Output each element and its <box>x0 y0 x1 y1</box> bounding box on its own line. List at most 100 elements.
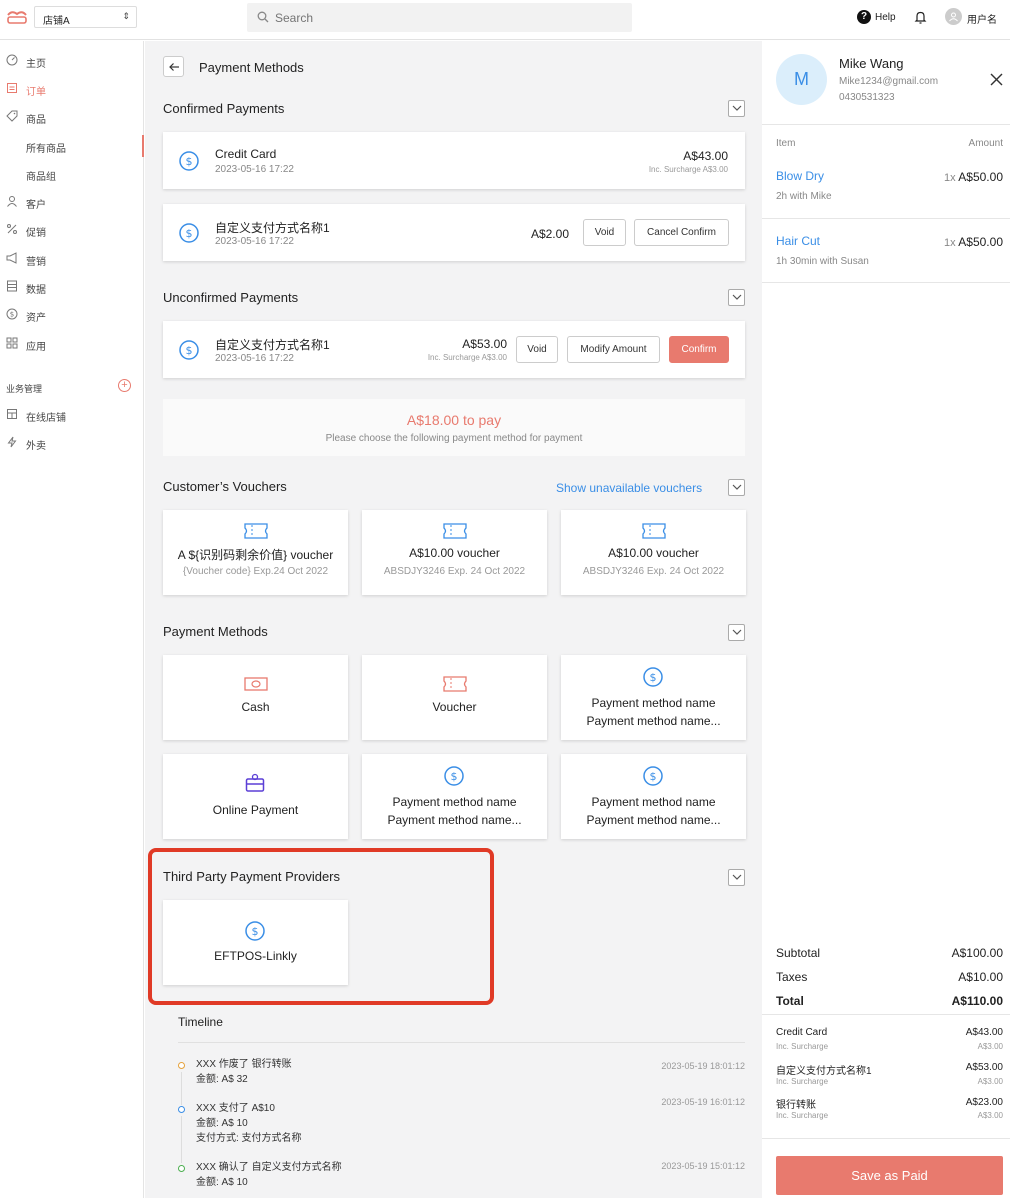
select-caret-icon: ⇕ <box>122 11 130 21</box>
timeline-connector <box>181 1072 182 1105</box>
help-link[interactable]: Help <box>875 12 896 23</box>
customer-phone: 0430531323 <box>839 92 895 103</box>
payment-method-cash[interactable]: Cash <box>163 655 348 740</box>
voucher-code: {Voucher code} Exp.24 Oct 2022 <box>182 566 329 577</box>
close-icon[interactable] <box>990 73 1003 86</box>
search-bar[interactable] <box>247 3 632 32</box>
svg-text:$: $ <box>650 671 657 684</box>
store-select-value: 店铺A <box>43 16 70 27</box>
divider <box>762 282 1010 283</box>
sidebar-item-label: 商品组 <box>26 172 56 183</box>
sidebar-item-all-products[interactable]: 所有商品 <box>0 135 144 157</box>
sidebar-item-orders[interactable]: 订单 <box>0 78 144 100</box>
voucher-card[interactable]: A$10.00 voucher ABSDJY3246 Exp. 24 Oct 2… <box>362 510 547 595</box>
payment-name: 自定义支付方式名称1 <box>215 338 330 352</box>
payment-surcharge: Inc. Surcharge A$3.00 <box>427 353 507 362</box>
timeline-entry-line: XXX 确认了 自定义支付方式名称 <box>196 1162 342 1173</box>
sidebar-item-apps[interactable]: 应用 <box>0 333 144 355</box>
user-icon <box>949 12 958 22</box>
sidebar-item-home[interactable]: 主页 <box>0 50 144 72</box>
voucher-card[interactable]: A$10.00 voucher ABSDJY3246 Exp. 24 Oct 2… <box>561 510 746 595</box>
sidebar-item-customers[interactable]: 客户 <box>0 191 144 213</box>
sidebar-item-assets[interactable]: $ 资产 <box>0 304 144 326</box>
customer-name: Mike Wang <box>839 56 904 71</box>
timeline-entry: XXX 确认了 自定义支付方式名称 金额: A$ 10 <box>196 1160 342 1190</box>
paid-method-sub: Inc. Surcharge <box>776 1077 829 1086</box>
service-name[interactable]: Blow Dry <box>776 169 824 183</box>
voucher-card[interactable]: A ${识别码剩余价值} voucher {Voucher code} Exp.… <box>163 510 348 595</box>
bell-icon[interactable] <box>914 10 927 24</box>
payment-method-voucher[interactable]: Voucher <box>362 655 547 740</box>
payment-method-custom[interactable]: $ Payment method name Payment method nam… <box>362 754 547 839</box>
timeline-entry-line: 金额: A$ 10 <box>196 1177 248 1188</box>
payment-method-custom[interactable]: $ Payment method name Payment method nam… <box>561 754 746 839</box>
divider <box>762 1014 1010 1015</box>
sidebar-item-label: 资产 <box>26 313 46 324</box>
confirmed-payment-row: $ 自定义支付方式名称1 2023-05-16 17:22 A$2.00 Voi… <box>163 204 745 261</box>
payment-name: 自定义支付方式名称1 <box>215 221 330 235</box>
dollar-icon: $ <box>444 766 464 786</box>
paid-method-amount: A$53.00 <box>965 1062 1003 1073</box>
sidebar-item-takeaway[interactable]: 外卖 <box>0 432 144 454</box>
show-unavailable-vouchers-link[interactable]: Show unavailable vouchers <box>556 481 702 495</box>
sidebar: 主页 订单 商品 所有商品 商品组 客户 促销 营销 数据 $ 资产 应用 业务… <box>0 41 144 1198</box>
payment-method-label: Voucher <box>432 700 477 714</box>
collapse-toggle[interactable] <box>728 289 745 306</box>
sidebar-item-marketing[interactable]: 营销 <box>0 248 144 270</box>
subtotal-value: A$100.00 <box>951 946 1003 960</box>
search-input[interactable] <box>275 9 615 27</box>
collapse-toggle[interactable] <box>728 100 745 117</box>
svg-text:$: $ <box>186 227 193 240</box>
back-button[interactable] <box>163 56 184 77</box>
brand-logo[interactable] <box>6 9 28 25</box>
service-qty: 1x <box>943 172 956 184</box>
subtotal-label: Subtotal <box>776 946 821 960</box>
voucher-code: ABSDJY3246 Exp. 24 Oct 2022 <box>582 566 725 577</box>
dollar-icon: $ <box>643 766 663 786</box>
search-icon <box>257 11 269 23</box>
confirm-button[interactable]: Confirm <box>669 336 729 363</box>
voucher-title: A$10.00 voucher <box>409 546 500 560</box>
add-business-button[interactable]: + <box>118 379 131 392</box>
sidebar-item-products[interactable]: 商品 <box>0 106 144 128</box>
top-bar: 店铺A ⇕ ? Help 用户名 <box>0 0 1010 40</box>
void-button[interactable]: Void <box>516 336 558 363</box>
timeline-dot <box>178 1062 185 1069</box>
save-as-paid-button[interactable]: Save as Paid <box>776 1156 1003 1195</box>
store-select[interactable]: 店铺A ⇕ <box>34 6 137 28</box>
sidebar-item-label: 所有商品 <box>26 144 66 155</box>
help-icon[interactable]: ? <box>857 10 871 24</box>
sidebar-item-label: 外卖 <box>26 441 46 452</box>
sidebar-item-data[interactable]: 数据 <box>0 276 144 298</box>
user-avatar[interactable] <box>945 8 962 25</box>
modify-amount-button[interactable]: Modify Amount <box>567 336 660 363</box>
total-label: Total <box>776 994 804 1008</box>
payment-surcharge: Inc. Surcharge A$3.00 <box>648 165 728 174</box>
sidebar-item-label: 商品 <box>26 115 46 126</box>
percent-icon <box>7 224 17 234</box>
paid-method-name: 银行转账 <box>776 1100 816 1111</box>
void-button[interactable]: Void <box>583 219 626 246</box>
collapse-toggle[interactable] <box>728 869 745 886</box>
payment-method-online[interactable]: Online Payment <box>163 754 348 839</box>
highlight-annotation <box>148 848 494 1005</box>
service-name[interactable]: Hair Cut <box>776 234 820 248</box>
user-name[interactable]: 用户名 <box>967 11 997 26</box>
payment-amount: A$43.00 <box>683 149 728 163</box>
timeline-entry-line: 金额: A$ 32 <box>196 1074 248 1085</box>
divider <box>762 1138 1010 1139</box>
paid-method-surcharge: A$3.00 <box>977 1042 1003 1051</box>
collapse-toggle[interactable] <box>728 479 745 496</box>
svg-text:$: $ <box>451 770 458 783</box>
collapse-toggle[interactable] <box>728 624 745 641</box>
sidebar-item-label: 数据 <box>26 285 46 296</box>
amount-to-pay-banner: A$18.00 to pay Please choose the followi… <box>163 399 745 456</box>
timeline-dot <box>178 1106 185 1113</box>
user-icon <box>7 196 17 207</box>
sidebar-item-online-store[interactable]: 在线店铺 <box>0 404 144 426</box>
payment-method-custom[interactable]: $ Payment method name Payment method nam… <box>561 655 746 740</box>
service-price: A$50.00 <box>958 235 1003 249</box>
sidebar-item-product-groups[interactable]: 商品组 <box>0 163 144 185</box>
sidebar-item-promotions[interactable]: 促销 <box>0 219 144 241</box>
cancel-confirm-button[interactable]: Cancel Confirm <box>634 219 729 246</box>
